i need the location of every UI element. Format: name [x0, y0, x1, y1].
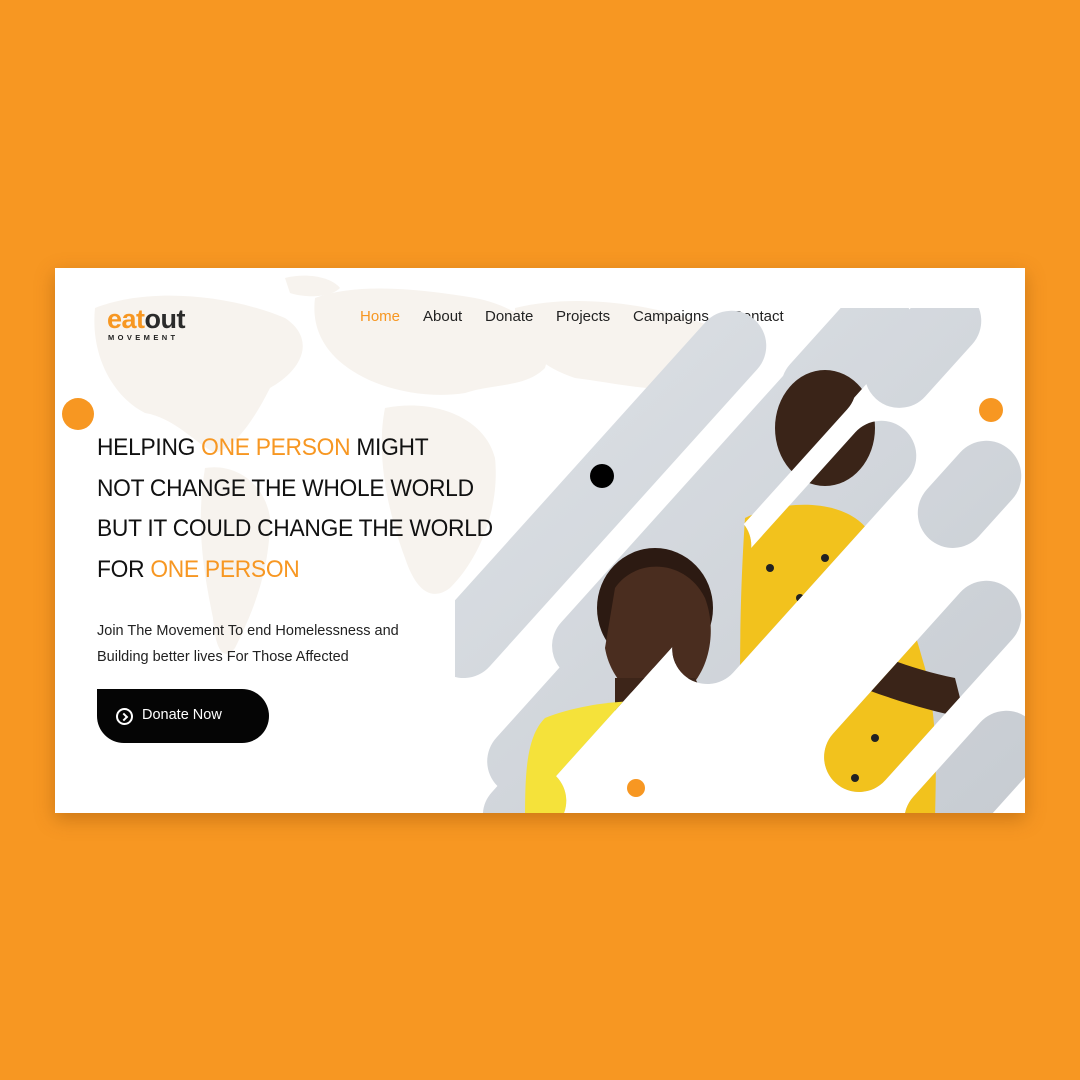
landing-page-card: eatout MOVEMENT Home About Donate Projec… — [55, 268, 1025, 813]
hero-photo-collage — [62, 308, 1025, 813]
decor-dot — [62, 398, 94, 430]
